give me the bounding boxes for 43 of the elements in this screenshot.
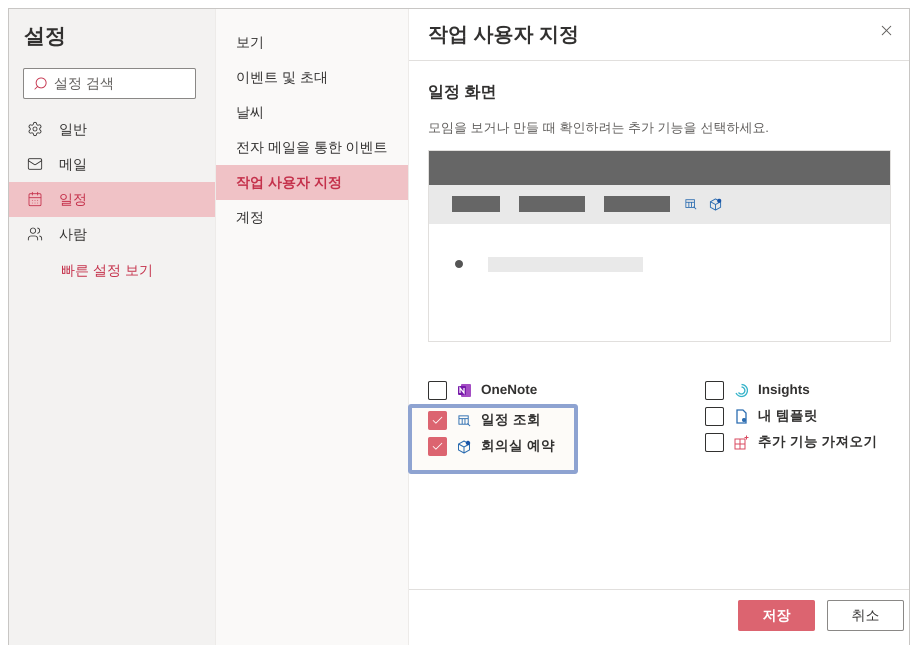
nav-item[interactable]: 사람: [9, 216, 215, 252]
addin-label: 회의실 예약: [481, 437, 555, 456]
subnav-item[interactable]: 보기: [216, 25, 408, 60]
quick-settings-link[interactable]: 빠른 설정 보기: [9, 260, 215, 280]
nav-item[interactable]: 메일: [9, 146, 215, 182]
search-field[interactable]: 설정 검색: [23, 68, 196, 98]
settings-title: 설정: [23, 24, 67, 50]
addin-label: 일정 조회: [481, 411, 541, 430]
placeholder-block: [604, 196, 670, 212]
cube-icon: [457, 440, 471, 454]
addin-label: OneNote: [481, 381, 538, 400]
add-grid-icon: [734, 435, 748, 450]
cancel-button[interactable]: 취소: [827, 600, 904, 631]
calendar-search-icon: [458, 414, 470, 427]
addin-label: 추가 기능 가져오기: [758, 433, 878, 452]
checkbox[interactable]: [705, 433, 724, 452]
checkbox[interactable]: [428, 437, 447, 456]
section-description: 모임을 보거나 만들 때 확인하려는 추가 기능을 선택하세요.: [428, 119, 770, 137]
addin-label: Insights: [758, 381, 810, 400]
gear-icon: [27, 121, 43, 137]
addin-label: 내 템플릿: [758, 407, 818, 426]
subnav-item[interactable]: 이벤트 및 초대: [216, 60, 408, 95]
checkbox[interactable]: [428, 411, 447, 430]
mail-icon: [27, 156, 43, 172]
placeholder-block: [452, 196, 500, 212]
checkbox[interactable]: [705, 381, 724, 400]
subnav-item[interactable]: 전자 메일을 통한 이벤트: [216, 130, 408, 165]
calendar-icon: [27, 191, 43, 207]
checkbox[interactable]: [428, 381, 447, 400]
cube-icon: [709, 198, 722, 210]
subnav-item[interactable]: 날씨: [216, 95, 408, 130]
calendar-search-icon: [685, 198, 697, 210]
section-title: 일정 화면: [428, 83, 498, 103]
placeholder-block: [519, 196, 585, 212]
nav-item[interactable]: 일반: [9, 112, 215, 146]
panel-title: 작업 사용자 지정: [428, 22, 580, 48]
notebook-icon: [456, 383, 472, 398]
subnav-item[interactable]: 계정: [216, 200, 408, 235]
spiral-icon: [734, 383, 748, 398]
search-icon: [33, 76, 48, 90]
document-icon: [734, 409, 748, 424]
checkbox[interactable]: [705, 407, 724, 426]
people-icon: [27, 226, 43, 242]
